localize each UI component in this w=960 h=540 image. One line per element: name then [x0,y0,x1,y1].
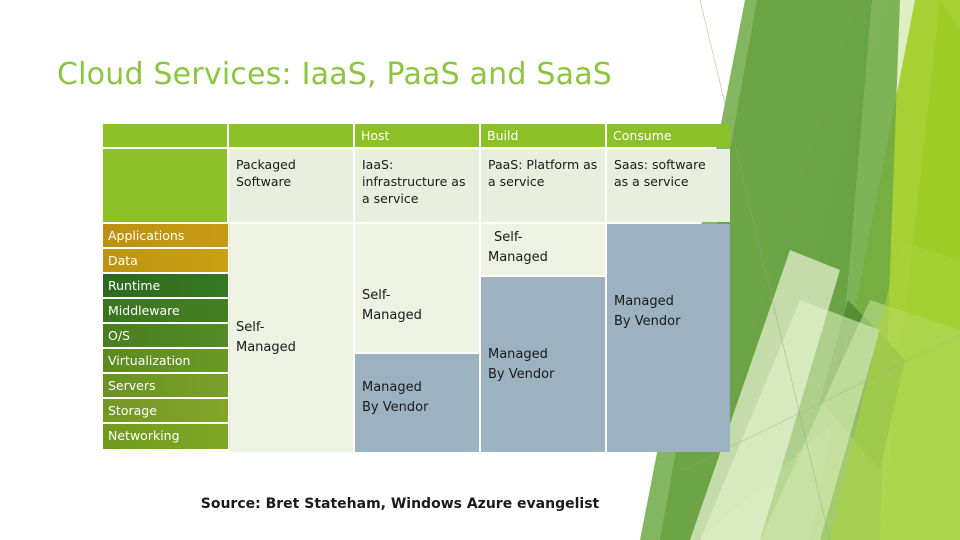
body-cell-host-self-managed: Self- Managed [355,224,479,352]
header-cell-consume: Consume [607,124,730,147]
packaged-managed-line1: Self- [236,320,265,335]
stack-item-label: Middleware [108,303,180,318]
header-cell-blank-1 [103,124,227,147]
host-vendor-line1: Managed [362,380,422,395]
body-cell-consume-managed-by-vendor: Managed By Vendor [607,224,730,452]
header-cell-build: Build [481,124,605,147]
desc-cell-blank [103,149,227,222]
body-cell-packaged-self-managed: Self- Managed [229,224,353,452]
packaged-managed-text: Self- Managed [236,318,296,358]
stack-item-os: O/S [103,324,228,348]
stack-item-middleware: Middleware [103,299,228,323]
header-cell-blank-2 [229,124,353,147]
build-vendor-line2: By Vendor [488,367,555,382]
stack-item-storage: Storage [103,399,228,423]
consume-vendor-line2: By Vendor [614,314,681,329]
host-self-managed-line2: Managed [362,308,422,323]
body-cell-build-self-managed: Self- Managed [481,224,605,275]
build-vendor-text: Managed By Vendor [488,345,554,385]
host-vendor-line2: By Vendor [362,400,429,415]
service-stack-column: Applications Data Runtime Middleware O/S… [103,224,228,452]
desc-cell-packaged-software: Packaged Software [229,149,353,222]
desc-cell-paas: PaaS: Platform as a service [481,149,605,222]
body-cell-host-managed-by-vendor: Managed By Vendor [355,354,479,452]
cloud-services-table: Host Build Consume Packaged Software Iaa… [103,124,730,452]
source-caption: Source: Bret Stateham, Windows Azure eva… [200,496,600,512]
stack-item-label: Applications [108,228,185,243]
host-self-managed-line1: Self- [362,288,391,303]
stack-item-applications: Applications [103,224,228,248]
desc-cell-saas: Saas: software as a service [607,149,730,222]
packaged-managed-line2: Managed [236,340,296,355]
stack-item-runtime: Runtime [103,274,228,298]
consume-vendor-text: Managed By Vendor [614,292,680,332]
host-self-managed-text: Self- Managed [362,286,422,326]
build-vendor-line1: Managed [488,347,548,362]
stack-item-servers: Servers [103,374,228,398]
build-self-managed-line2: Managed [488,250,548,265]
build-self-managed-text: Self- Managed [488,228,548,268]
stack-item-label: Storage [108,403,157,418]
body-cell-build-managed-by-vendor: Managed By Vendor [481,277,605,452]
stack-item-label: Virtualization [108,353,191,368]
stack-item-label: Data [108,253,138,268]
stack-item-networking: Networking [103,424,228,449]
stack-item-label: O/S [108,328,130,343]
consume-vendor-line1: Managed [614,294,674,309]
stack-item-label: Runtime [108,278,161,293]
desc-cell-iaas: IaaS: infrastructure as a service [355,149,479,222]
stack-item-data: Data [103,249,228,273]
page-title: Cloud Services: IaaS, PaaS and SaaS [57,57,613,92]
stack-item-label: Networking [108,428,180,443]
build-self-managed-line1: Self- [494,230,523,245]
stack-item-virtualization: Virtualization [103,349,228,373]
stack-item-label: Servers [108,378,156,393]
header-cell-host: Host [355,124,479,147]
host-vendor-text: Managed By Vendor [362,378,428,418]
